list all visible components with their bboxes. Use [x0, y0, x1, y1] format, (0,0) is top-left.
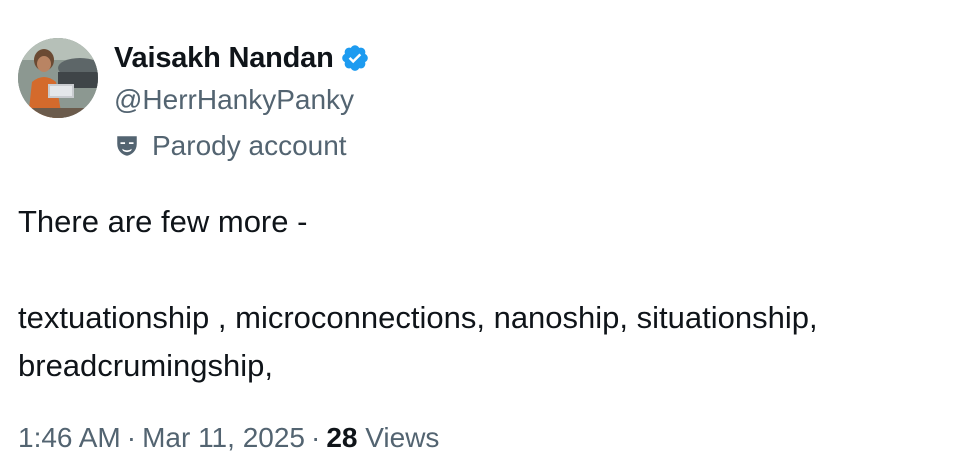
tweet-meta: 1:46 AM · Mar 11, 2025 · 28 Views [18, 422, 439, 454]
tweet-text-line: textuationship , microconnections, nanos… [18, 300, 818, 335]
tweet-text-line: There are few more - [18, 204, 308, 239]
views-label: Views [365, 422, 440, 453]
parody-label[interactable]: Parody account [114, 126, 370, 166]
tweet-card: Vaisakh Nandan @HerrHankyPanky Parody ac… [0, 0, 978, 470]
user-info: Vaisakh Nandan @HerrHankyPanky Parody ac… [114, 38, 370, 166]
meta-separator: · [126, 422, 137, 453]
tweet-time[interactable]: 1:46 AM [18, 422, 121, 453]
views-count: 28 [326, 422, 358, 453]
tweet-text: There are few more - textuationship , mi… [18, 198, 968, 390]
verified-badge-icon [340, 43, 370, 73]
parody-mask-icon [114, 133, 140, 159]
avatar-photo [18, 38, 98, 118]
avatar[interactable] [18, 38, 98, 118]
user-handle[interactable]: @HerrHankyPanky [114, 80, 370, 120]
display-name[interactable]: Vaisakh Nandan [114, 42, 334, 75]
parody-label-text: Parody account [152, 130, 347, 161]
meta-separator: · [310, 422, 321, 453]
tweet-text-line: breadcrumingship, [18, 348, 274, 383]
tweet-date[interactable]: Mar 11, 2025 [142, 422, 305, 453]
name-row: Vaisakh Nandan [114, 38, 370, 78]
